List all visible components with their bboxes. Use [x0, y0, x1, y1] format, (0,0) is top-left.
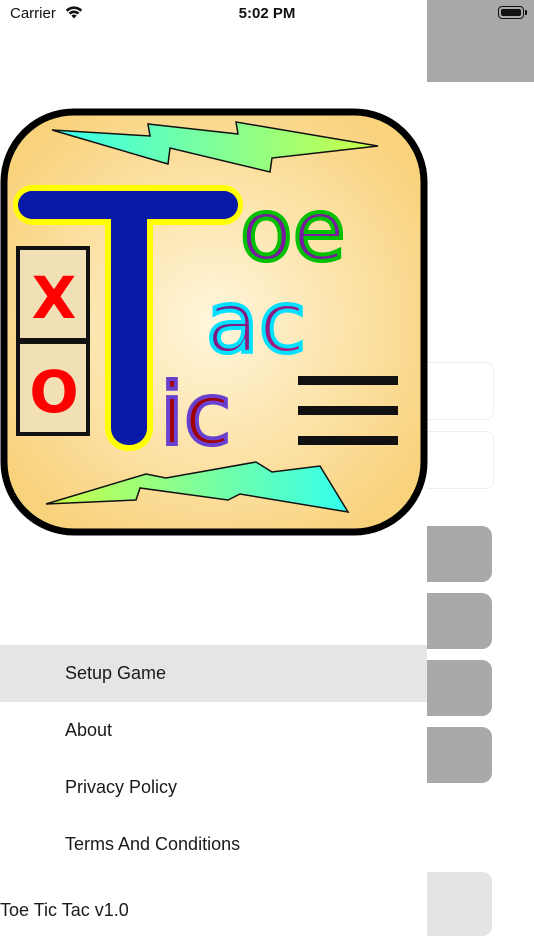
status-bar: Carrier 5:02 PM — [0, 0, 534, 30]
app-version-label: Toe Tic Tac v1.0 — [0, 900, 129, 920]
status-time: 5:02 PM — [238, 5, 296, 22]
menu-item-label: Privacy Policy — [65, 777, 178, 797]
menu-item-about[interactable]: About — [0, 702, 427, 759]
grid-x-text: X — [32, 264, 77, 332]
grid-o-text: O — [29, 358, 78, 426]
side-drawer: X O oe ac ic Setup Game About Privacy Po… — [0, 0, 428, 950]
menu-item-privacy-policy[interactable]: Privacy Policy — [0, 759, 427, 816]
logo-word-oe: oe — [240, 181, 346, 281]
battery-icon — [498, 6, 527, 19]
app-logo: X O oe ac ic — [0, 108, 428, 536]
logo-word-ac: ac — [206, 273, 306, 373]
drawer-menu: Setup Game About Privacy Policy Terms An… — [0, 645, 427, 873]
menu-item-terms-and-conditions[interactable]: Terms And Conditions — [0, 816, 427, 873]
logo-word-ic: ic — [160, 365, 231, 465]
menu-item-setup-game[interactable]: Setup Game — [0, 645, 427, 702]
menu-item-label: Terms And Conditions — [65, 834, 241, 854]
menu-item-label: Setup Game — [65, 663, 167, 683]
menu-item-label: About — [65, 720, 113, 740]
